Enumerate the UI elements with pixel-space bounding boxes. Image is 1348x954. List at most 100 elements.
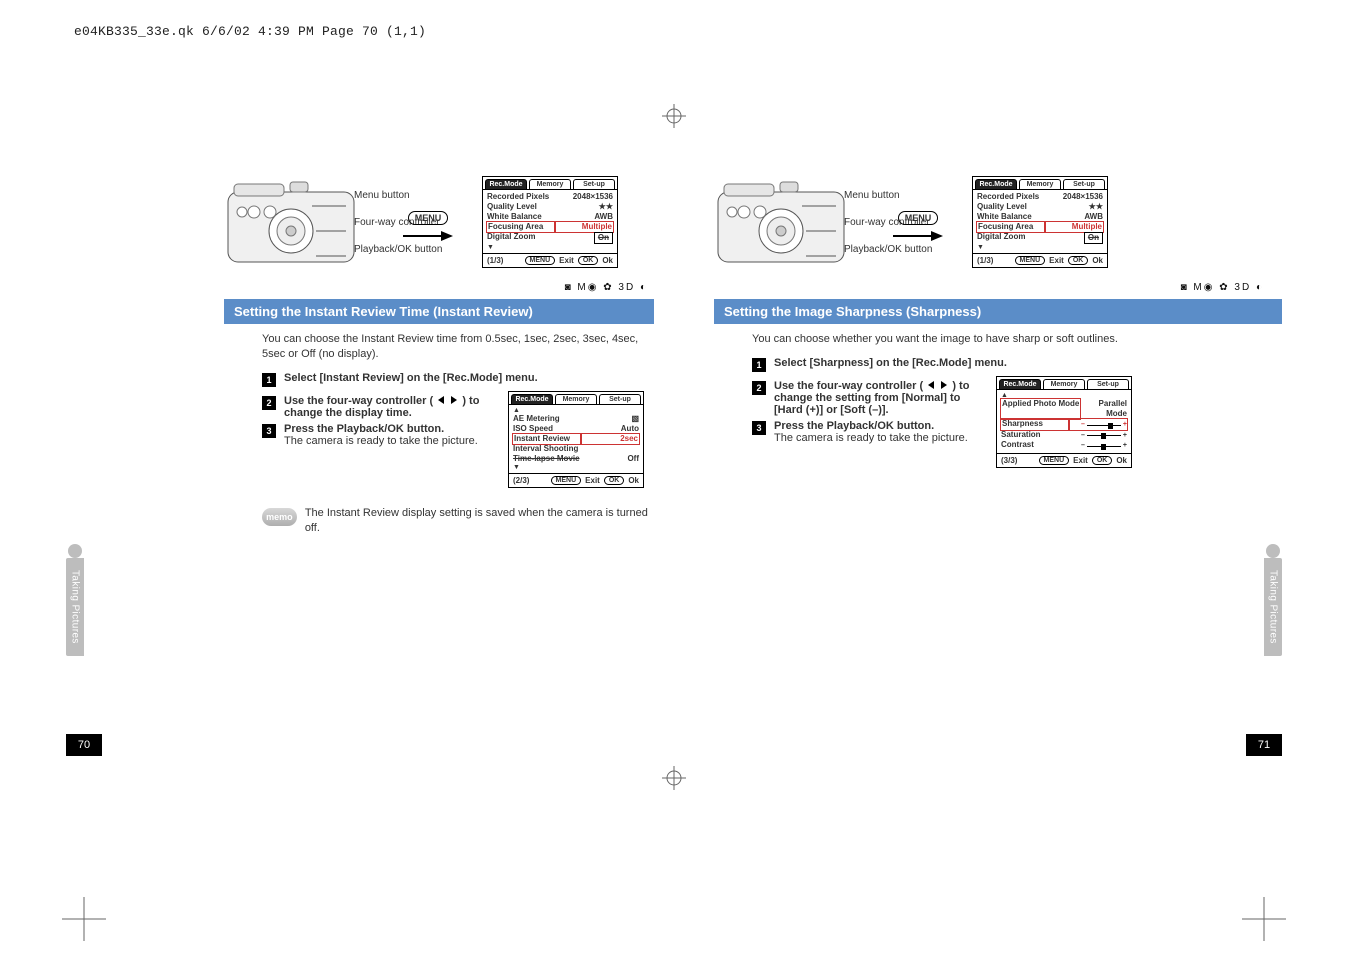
- menu-row-key: AE Metering: [513, 414, 579, 424]
- step-number: 2: [752, 381, 766, 395]
- menu-row-value: ★★: [1043, 202, 1103, 212]
- triangle-right-icon: [451, 396, 457, 404]
- step-heading: Press the Playback/OK button.: [284, 423, 500, 435]
- menu-tab: Memory: [555, 394, 597, 404]
- down-arrow-icon: ▼: [487, 244, 613, 251]
- step-number: 1: [262, 373, 276, 387]
- menu-tab: Set-up: [1087, 379, 1129, 389]
- menu-row: Saturation–+: [1001, 430, 1127, 441]
- tab-dot-icon: [1266, 544, 1280, 558]
- step-number: 2: [262, 396, 276, 410]
- steps-list: 1 Select [Sharpness] on the [Rec.Mode] m…: [752, 357, 1132, 468]
- page-number: 71: [1246, 734, 1282, 756]
- menu-row-key: Interval Shooting: [513, 444, 579, 454]
- step-number: 3: [262, 424, 276, 438]
- up-arrow-icon: ▲: [1001, 392, 1127, 399]
- menu-row: White BalanceAWB: [977, 212, 1103, 222]
- section-tab: Taking Pictures: [1264, 558, 1282, 656]
- menu-tab: Memory: [1019, 179, 1061, 189]
- step-heading: Select [Sharpness] on the [Rec.Mode] men…: [774, 357, 1132, 369]
- body-column: You can choose the Instant Review time f…: [262, 332, 654, 488]
- menu-row-key: Saturation: [1001, 430, 1067, 441]
- menu-tab: Rec.Mode: [999, 379, 1041, 389]
- menu-row-value: ▧: [579, 414, 639, 424]
- tab-dot-icon: [68, 544, 82, 558]
- down-arrow-icon: ▼: [513, 464, 639, 471]
- ok-button-pill: OK: [1092, 456, 1113, 465]
- menu-row-value: On: [553, 232, 613, 244]
- intro-text: You can choose the Instant Review time f…: [262, 332, 644, 362]
- exit-label: Exit: [1049, 256, 1064, 265]
- ok-button-pill: OK: [578, 256, 599, 265]
- menu-tab: Memory: [1043, 379, 1085, 389]
- menu-row: Recorded Pixels2048×1536: [487, 192, 613, 202]
- menu-footer: (1/3)MENUExitOKOk: [483, 253, 617, 267]
- menu-row: Digital ZoomOn: [487, 232, 613, 244]
- menu-tab: Rec.Mode: [975, 179, 1017, 189]
- registration-mark-bottom: [662, 766, 686, 790]
- triangle-left-icon: [928, 381, 934, 389]
- step: 2 Use the four-way controller ( ) to cha…: [262, 395, 500, 419]
- menu-row-value: ★★: [553, 202, 613, 212]
- menu-row-value: [579, 444, 639, 454]
- menu-row-key: Quality Level: [487, 202, 553, 212]
- step-heading: Press the Playback/OK button.: [774, 420, 988, 432]
- menu-row: Instant Review2sec: [513, 434, 639, 444]
- menu-row: Interval Shooting: [513, 444, 639, 454]
- menu-screen-1: Rec.ModeMemorySet-up Recorded Pixels2048×…: [972, 176, 1108, 268]
- menu-row-value: On: [1043, 232, 1103, 244]
- menu-button-pill: MENU: [1039, 456, 1070, 465]
- triangle-left-icon: [438, 396, 444, 404]
- step-number: 3: [752, 421, 766, 435]
- menu-row-key: Recorded Pixels: [487, 192, 553, 202]
- exit-label: Exit: [585, 476, 600, 485]
- menu-row-key: Contrast: [1001, 440, 1067, 451]
- menu-row-value: 2048×1536: [553, 192, 613, 202]
- menu-row-value: –+: [1069, 419, 1127, 430]
- menu-row: Focusing AreaMultiple: [487, 222, 613, 232]
- menu-row: Recorded Pixels2048×1536: [977, 192, 1103, 202]
- step-body: The camera is ready to take the picture.: [284, 435, 500, 447]
- menu-row-key: White Balance: [977, 212, 1043, 222]
- menu-row: White BalanceAWB: [487, 212, 613, 222]
- step: 2 Use the four-way controller ( ) to cha…: [752, 380, 988, 416]
- camera-illustration: Menu button Four-way controller Playback…: [714, 176, 864, 276]
- menu-row-key: Recorded Pixels: [977, 192, 1043, 202]
- camera-illustration: Menu button Four-way controller Playback…: [224, 176, 374, 276]
- page-right: Taking Pictures 71: [674, 140, 1282, 756]
- prepress-header: e04KB335_33e.qk 6/6/02 4:39 PM Page 70 (…: [74, 24, 426, 39]
- menu-badge: MENU: [408, 211, 449, 225]
- step-heading-prefix: Use the four-way controller (: [284, 395, 433, 407]
- menu-tab: Set-up: [1063, 179, 1105, 189]
- section-tab: Taking Pictures: [66, 558, 84, 656]
- menu-row: Digital ZoomOn: [977, 232, 1103, 244]
- menu-page-indicator: (1/3): [487, 256, 503, 265]
- menu-row-value: Parallel Mode: [1080, 399, 1127, 419]
- menu-screen-2: Rec.ModeMemorySet-up▲Applied Photo ModeP…: [996, 376, 1132, 468]
- slider-icon: –+: [1081, 442, 1127, 451]
- menu-screen-1: Rec.ModeMemorySet-upRecorded Pixels2048×…: [482, 176, 618, 268]
- exit-label: Exit: [559, 256, 574, 265]
- menu-badge: MENU: [898, 211, 939, 225]
- menu-row: Contrast –+: [1001, 440, 1127, 451]
- memo-badge: memo: [262, 508, 297, 526]
- step: 3 Press the Playback/OK button. The came…: [752, 420, 988, 444]
- section-tab-label: Taking Pictures: [1268, 570, 1279, 644]
- menu-row: Quality Level★★: [487, 202, 613, 212]
- step-body: The camera is ready to take the picture.: [774, 432, 988, 444]
- illustration-row: Menu button Four-way controller Playback…: [66, 176, 654, 276]
- ok-button-pill: OK: [1068, 256, 1089, 265]
- menu-row-key: Time-lapse Movie: [513, 454, 580, 464]
- crop-mark: [1242, 897, 1286, 944]
- menu-page-indicator: (3/3): [1001, 456, 1017, 465]
- down-arrow-icon: ▼: [977, 244, 1103, 251]
- step-number: 1: [752, 358, 766, 372]
- page-number: 70: [66, 734, 102, 756]
- page-left: Taking Pictures 70: [66, 140, 674, 756]
- menu-arrow-block: MENU: [878, 176, 958, 276]
- menu-row: Focusing AreaMultiple: [977, 222, 1103, 232]
- ok-label: Ok: [1116, 456, 1127, 465]
- menu-row-key: Quality Level: [977, 202, 1043, 212]
- menu-screen-2: Rec.ModeMemorySet-up▲AE Metering▧ISO Spe…: [508, 391, 644, 488]
- menu-tab: Rec.Mode: [511, 394, 553, 404]
